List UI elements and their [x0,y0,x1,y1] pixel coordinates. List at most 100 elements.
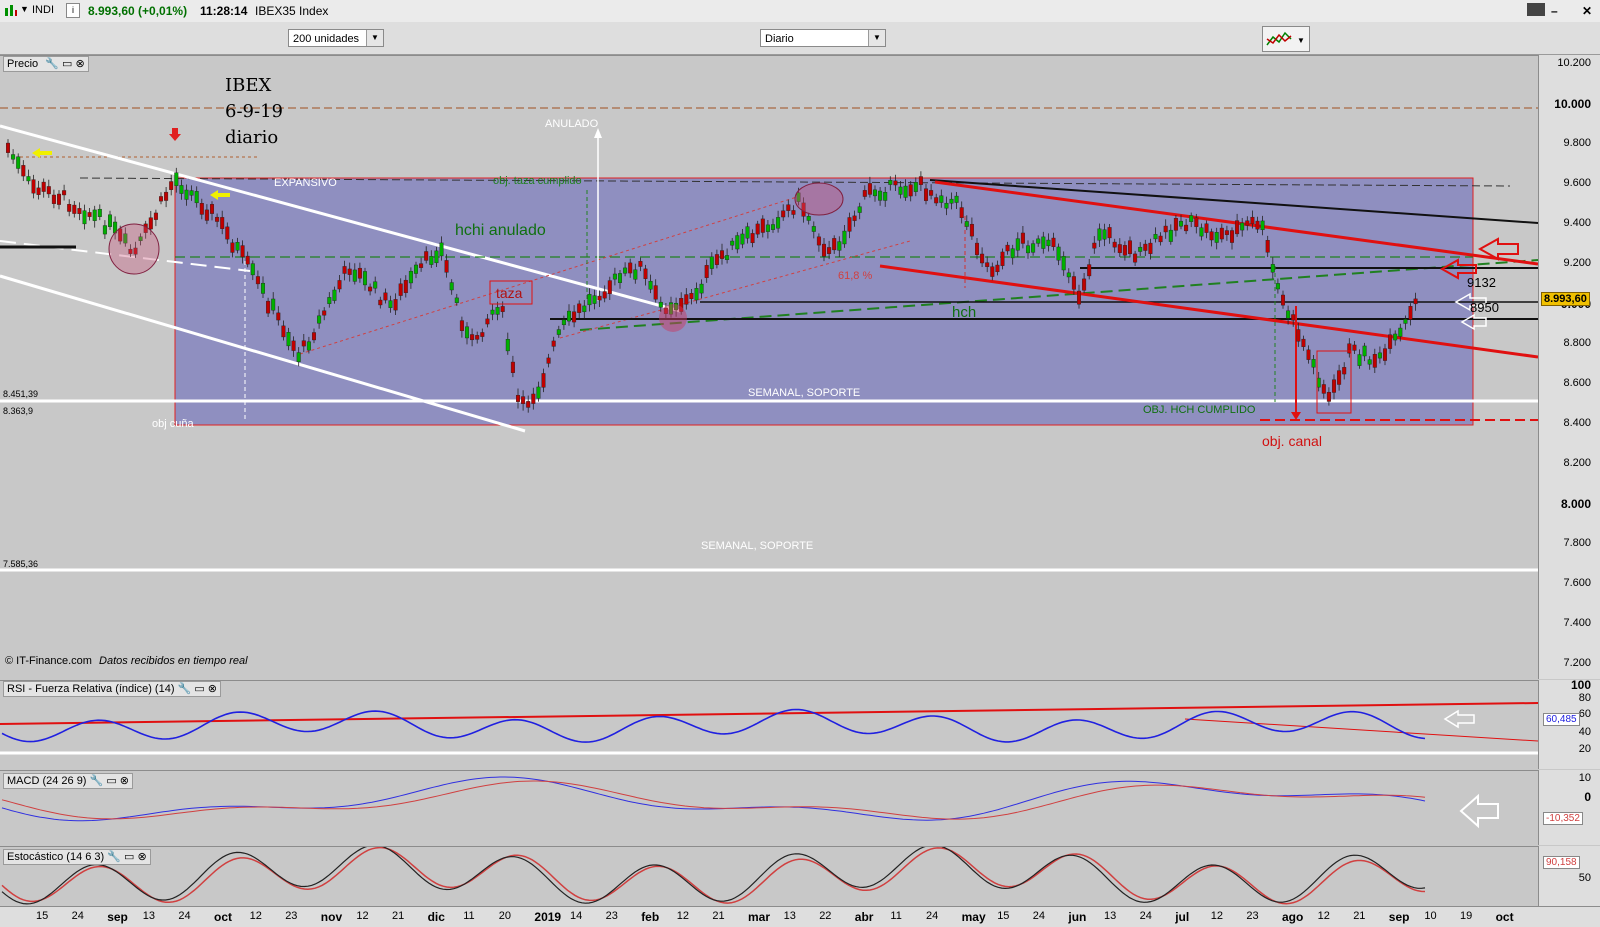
candle [1382,348,1387,361]
info-icon[interactable]: i [66,3,80,18]
macd-axis: 10 0 -10,352 [1538,770,1600,845]
candle [102,225,107,235]
candle [643,268,648,279]
candle [776,217,781,229]
price-tick: 8.400 [1563,417,1591,429]
label-obj-cuna: obj cuña [152,418,194,430]
candle [5,142,10,153]
candle [1168,229,1173,242]
white-left-arrow-icon [1443,709,1475,729]
candle [975,242,980,255]
wrench-icon[interactable]: 🔧 [45,58,59,70]
candle [1413,298,1418,305]
candle [1092,242,1097,249]
candle [357,267,362,279]
candle [1051,237,1056,248]
window-icon[interactable]: ▭ [194,683,204,695]
candle [985,262,990,267]
label-8950: 8950 [1470,300,1499,315]
candle [255,276,260,285]
chevron-down-icon[interactable]: ▼ [366,30,383,46]
candle [653,285,658,300]
candle [689,293,694,299]
candle [760,218,765,233]
candle [1311,359,1316,368]
candle [1102,229,1107,240]
candle [572,311,577,323]
candle [1000,251,1005,266]
candle [888,180,893,185]
candle [368,286,373,292]
stoch-chart[interactable] [0,847,1538,907]
stoch-signal-line [1,847,1426,905]
candle [745,226,750,239]
candle [1337,370,1342,385]
candle [16,156,21,169]
rsi-tick: 20 [1578,743,1591,755]
chart-type-button[interactable]: ▼ [1262,26,1310,52]
candle [204,209,209,221]
candle [827,247,832,254]
label-9132: 9132 [1467,275,1496,290]
rsi-chart[interactable] [0,681,1538,770]
label-obj-hch: OBJ. HCH CUMPLIDO [1143,404,1256,416]
chart-title: IBEX 6-9-19 diario [225,73,283,151]
units-select[interactable]: 200 unidades ▼ [288,29,384,47]
x-tick-label: 12 [676,910,690,922]
candle [857,206,862,213]
candle [296,352,301,362]
candle [1046,239,1051,247]
window-icon[interactable]: ▭ [124,851,134,863]
close-panel-icon[interactable]: ⊗ [208,683,217,695]
period-select[interactable]: Diario ▼ [760,29,886,47]
candle [429,256,434,265]
chart-title-line: IBEX [225,75,272,96]
x-tick-label: 24 [1032,910,1046,922]
close-icon[interactable]: ✕ [1582,4,1592,18]
candle [771,224,776,230]
rsi-panel: RSI - Fuerza Relativa (índice) (14) 🔧 ▭ … [0,680,1538,770]
wrench-icon[interactable]: 🔧 [178,683,192,695]
close-panel-icon[interactable]: ⊗ [138,851,147,863]
index-name: IBEX35 Index [255,4,329,18]
candle [1189,215,1194,222]
dropdown-arrow-icon[interactable]: ▼ [20,4,29,14]
candle [403,279,408,294]
candle [822,243,827,257]
chart-icon[interactable] [4,3,18,17]
candle [847,217,852,232]
window-icon[interactable]: ▭ [106,775,116,787]
stoch-line [1,847,1426,905]
rsi-tick: 100 [1570,678,1591,692]
candle [1204,223,1209,233]
red-down-arrow-icon [169,128,181,141]
candle [434,250,439,264]
candle [46,186,51,195]
chevron-down-icon[interactable]: ▼ [868,30,885,46]
close-panel-icon[interactable]: ⊗ [75,58,84,70]
candle [454,297,459,303]
minimize-icon[interactable]: – [1551,4,1558,18]
candle [510,361,515,373]
candle [1372,354,1377,368]
x-tick-label: 2019 [534,910,562,924]
price-tick: 7.400 [1563,617,1591,629]
candle [536,386,541,399]
candle [765,224,770,232]
candle [1245,220,1250,226]
candle [337,280,342,290]
candle [1331,379,1336,393]
candle [148,217,153,230]
close-panel-icon[interactable]: ⊗ [120,775,129,787]
candle [327,297,332,304]
candle [301,340,306,347]
wrench-icon[interactable]: 🔧 [90,775,104,787]
window-icon[interactable]: ▭ [62,58,72,70]
x-tick-label: 11 [890,910,902,922]
candle [306,341,311,351]
x-tick-label: 24 [71,910,84,922]
keyboard-icon[interactable] [1527,3,1545,16]
candle [607,280,612,294]
wrench-icon[interactable]: 🔧 [107,851,121,863]
macd-chart[interactable] [0,771,1538,846]
